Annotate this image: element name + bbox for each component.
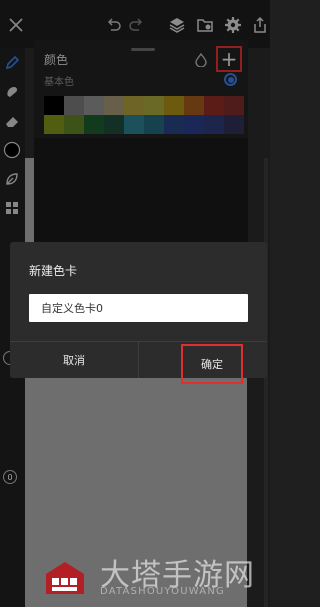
- palette-name-input[interactable]: 自定义色卡0: [29, 294, 248, 322]
- side-zero-knob[interactable]: 0: [3, 470, 17, 484]
- dialog-title: 新建色卡: [29, 264, 78, 278]
- cancel-button[interactable]: 取消: [10, 342, 138, 378]
- watermark-subtext: DATASHOUYOUWANG: [100, 586, 225, 597]
- dialog-button-divider: [138, 342, 139, 378]
- watermark-logo: [42, 552, 88, 598]
- confirm-button[interactable]: 确定: [181, 344, 243, 384]
- new-palette-dialog: 新建色卡 自定义色卡0 取消 确定: [10, 242, 267, 384]
- watermark: 大塔手游网 DATASHOUYOUWANG: [38, 548, 270, 604]
